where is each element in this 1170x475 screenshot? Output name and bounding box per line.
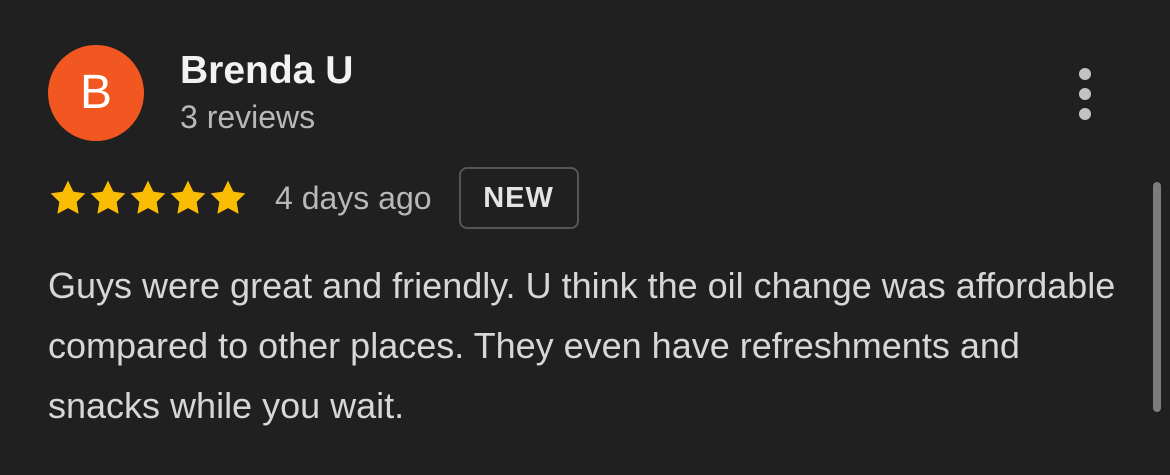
- avatar[interactable]: B: [48, 45, 144, 141]
- star-rating: [48, 178, 248, 218]
- new-badge: NEW: [458, 167, 579, 229]
- star-icon: [50, 180, 86, 214]
- more-options-button[interactable]: [1066, 64, 1104, 124]
- rating-row: 4 days ago NEW: [48, 166, 579, 230]
- star-icon: [210, 180, 246, 214]
- review-text: Guys were great and friendly. U think th…: [48, 265, 1116, 426]
- review-card: B Brenda U 3 reviews 4 days ago NEW Guys…: [0, 0, 1170, 475]
- star-icon: [170, 180, 206, 214]
- star-icon: [90, 180, 126, 214]
- star-icon: [130, 180, 166, 214]
- more-vertical-icon: [1079, 88, 1091, 100]
- review-date: 4 days ago: [275, 180, 432, 216]
- more-vertical-icon: [1079, 108, 1091, 120]
- more-vertical-icon: [1079, 68, 1091, 80]
- vertical-scrollbar[interactable]: [1153, 182, 1161, 412]
- review-count[interactable]: 3 reviews: [180, 99, 315, 136]
- author-name[interactable]: Brenda U: [180, 49, 353, 93]
